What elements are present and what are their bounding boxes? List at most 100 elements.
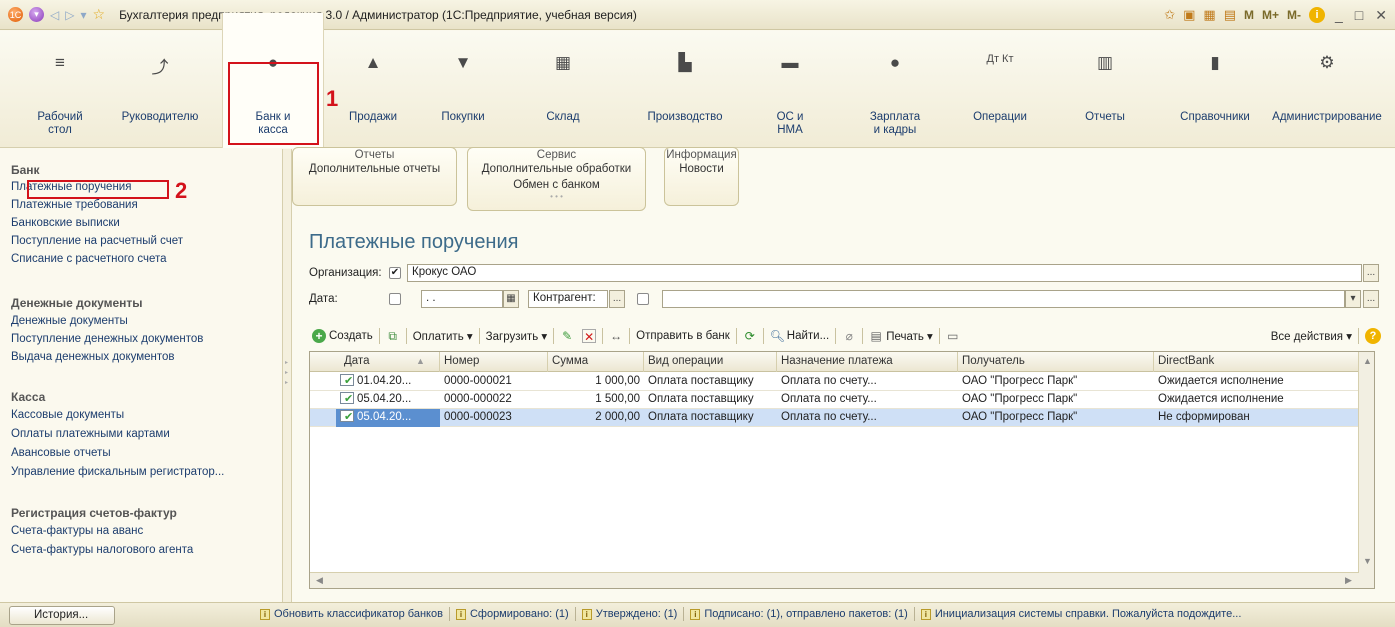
contractor-select-button[interactable]: ... — [609, 290, 625, 308]
nav-item-tax-agent-invoices[interactable]: Счета-фактуры налогового агента — [11, 544, 193, 556]
load-button[interactable]: Загрузить ▾ — [486, 329, 547, 343]
main-menu-icon[interactable]: ▾ — [29, 7, 44, 22]
minimize-button[interactable]: _ — [1333, 7, 1345, 23]
column-header-number[interactable]: Номер — [440, 352, 548, 372]
column-header-purpose[interactable]: Назначение платежа — [777, 352, 958, 372]
section-operations[interactable]: Дт Кт Операции — [950, 31, 1050, 148]
nav-item-money-docs-receipt[interactable]: Поступление денежных документов — [11, 333, 203, 345]
section-sales[interactable]: ▲ Продажи — [333, 31, 413, 148]
scroll-up-icon[interactable]: ▲ — [1363, 356, 1372, 366]
contractor-checkbox[interactable] — [637, 293, 649, 305]
column-header-date[interactable]: Дата ▲ — [310, 352, 440, 372]
cmd-news[interactable]: Новости — [665, 161, 738, 177]
history-icon[interactable]: ▣ — [1183, 7, 1195, 23]
nav-item-money-docs-issue[interactable]: Выдача денежных документов — [11, 351, 175, 363]
nav-item-payment-requests[interactable]: Платежные требования — [11, 199, 138, 211]
nav-item-advance-reports[interactable]: Авансовые отчеты — [11, 447, 111, 459]
section-reports[interactable]: ▥ Отчеты — [1065, 31, 1145, 148]
section-desktop[interactable]: ≡ Рабочий стол — [20, 31, 100, 148]
copy-button[interactable]: ⧉ — [386, 329, 400, 343]
scroll-right-icon[interactable]: ▶ — [1345, 575, 1352, 586]
scroll-down-icon[interactable]: ▼ — [1363, 556, 1372, 566]
vertical-scrollbar[interactable]: ▲ ▼ — [1358, 352, 1374, 588]
panel-splitter[interactable]: ▸ ▸ ▸ — [283, 149, 292, 602]
dropdown-arrow-icon[interactable]: ▾ — [80, 8, 86, 22]
section-fixed-assets[interactable]: ▬ ОС и НМА — [760, 31, 820, 148]
section-manager[interactable]: ⤴ Руководителю — [110, 31, 210, 148]
table-row-selected[interactable]: 05.04.20... 0000-000023 2 000,00 Оплата … — [310, 409, 1359, 427]
cancel-search-button[interactable]: ⌀ — [842, 329, 856, 343]
column-header-sum[interactable]: Сумма — [548, 352, 644, 372]
close-button[interactable]: ✕ — [1373, 7, 1389, 24]
table-row[interactable]: 05.04.20... 0000-000022 1 500,00 Оплата … — [310, 391, 1359, 409]
payment-orders-table[interactable]: Дата ▲ Номер Сумма Вид операции Назначени… — [309, 351, 1375, 589]
delete-button[interactable]: ✕ — [582, 329, 597, 344]
structure-button[interactable]: ▭ — [946, 329, 960, 343]
column-header-directbank[interactable]: DirectBank — [1154, 352, 1359, 372]
list-toolbar: + Создать ⧉ Оплатить ▾ Загрузить ▾ ✎ ✕ ↔ … — [292, 325, 1395, 347]
memory-m-plus-button[interactable]: М+ — [1262, 8, 1279, 22]
forward-arrow-icon[interactable]: ▷ — [65, 8, 74, 22]
organization-field[interactable]: Крокус ОАО — [407, 264, 1362, 282]
section-administration[interactable]: ⚙ Администрирование — [1262, 31, 1392, 148]
app-logo-icon[interactable]: 1С — [8, 7, 23, 22]
all-actions-button[interactable]: Все действия ▾ — [1271, 329, 1352, 343]
status-message[interactable]: i Подписано: (1), отправлено пакетов: (1) — [690, 607, 915, 621]
send-to-bank-button[interactable]: Отправить в банк — [636, 330, 730, 342]
cmd-bank-exchange[interactable]: Обмен с банком — [468, 177, 645, 193]
nav-item-card-payments[interactable]: Оплаты платежными картами — [11, 428, 170, 440]
calendar-icon[interactable]: ▦ — [503, 290, 519, 308]
cmd-additional-processing[interactable]: Дополнительные обработки — [468, 161, 645, 177]
nav-item-advance-invoices[interactable]: Счета-фактуры на аванс — [11, 525, 143, 537]
edit-button[interactable]: ✎ — [560, 329, 574, 343]
history-button[interactable]: История... — [9, 606, 115, 625]
calculator-icon[interactable]: ▦ — [1203, 7, 1215, 23]
date-checkbox[interactable] — [389, 293, 401, 305]
column-header-recipient[interactable]: Получатель — [958, 352, 1154, 372]
refresh-button[interactable]: ⟳ — [743, 329, 757, 343]
exchange-icon: ↔ — [610, 329, 623, 343]
nav-item-receipt-to-account[interactable]: Поступление на расчетный счет — [11, 235, 183, 247]
column-header-operation[interactable]: Вид операции — [644, 352, 777, 372]
maximize-button[interactable]: □ — [1353, 7, 1365, 23]
table-row[interactable]: 01.04.20... 0000-000021 1 000,00 Оплата … — [310, 373, 1359, 391]
nav-item-fiscal-registrar[interactable]: Управление фискальным регистратор... — [11, 466, 224, 478]
section-production[interactable]: ▙ Производство — [630, 31, 740, 148]
calendar-icon[interactable]: ▤ — [1224, 7, 1236, 23]
contractor-open-button[interactable]: ... — [1363, 290, 1379, 308]
form-title: Платежные поручения — [309, 231, 519, 253]
section-warehouse[interactable]: ▦ Склад — [513, 31, 613, 148]
more-dots[interactable]: • • • — [468, 193, 645, 201]
nav-item-money-docs[interactable]: Денежные документы — [11, 315, 128, 327]
section-salary[interactable]: ● Зарплата и кадры — [855, 31, 935, 148]
create-button[interactable]: + Создать — [312, 329, 373, 343]
nav-item-bank-statements[interactable]: Банковские выписки — [11, 217, 120, 229]
organization-checkbox[interactable]: ✔ — [389, 267, 401, 279]
section-purchases[interactable]: ▼ Покупки — [423, 31, 503, 148]
back-arrow-icon[interactable]: ◁ — [50, 8, 59, 22]
pay-button[interactable]: Оплатить ▾ — [413, 329, 473, 343]
horizontal-scrollbar[interactable]: ◀ ▶ — [310, 572, 1359, 588]
status-message[interactable]: i Инициализация системы справки. Пожалуйс… — [920, 608, 1241, 620]
favorite-add-icon[interactable]: ✩ — [1164, 7, 1175, 23]
nav-item-cash-docs[interactable]: Кассовые документы — [11, 409, 124, 421]
section-catalogs[interactable]: ▮ Справочники — [1160, 31, 1270, 148]
contractor-field[interactable] — [662, 290, 1345, 308]
print-button[interactable]: ▤ Печать ▾ — [869, 329, 933, 343]
favorites-star-icon[interactable]: ☆ — [93, 6, 106, 23]
exchange-button[interactable]: ↔ — [609, 329, 623, 343]
status-message[interactable]: i Обновить классификатор банков — [260, 607, 450, 621]
contractor-dropdown-button[interactable]: ▾ — [1345, 290, 1361, 308]
status-message[interactable]: i Утверждено: (1) — [581, 607, 685, 621]
organization-select-button[interactable]: ... — [1363, 264, 1379, 282]
date-field[interactable]: . . — [421, 290, 503, 308]
find-button[interactable]: 🔍︎ Найти... — [770, 329, 829, 343]
info-icon[interactable]: i — [1309, 7, 1325, 23]
status-message[interactable]: i Сформировано: (1) — [455, 607, 576, 621]
scroll-left-icon[interactable]: ◀ — [316, 575, 323, 586]
help-button[interactable]: ? — [1365, 328, 1381, 344]
memory-m-minus-button[interactable]: М- — [1287, 8, 1301, 22]
cmd-additional-reports[interactable]: Дополнительные отчеты — [293, 161, 456, 177]
nav-item-write-off-account[interactable]: Списание с расчетного счета — [11, 253, 167, 265]
memory-m-button[interactable]: М — [1244, 8, 1254, 22]
